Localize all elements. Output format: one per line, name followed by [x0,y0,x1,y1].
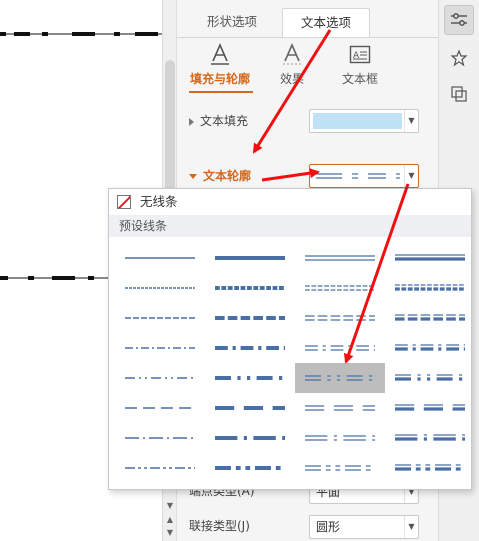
line-style-option[interactable] [115,363,205,393]
line-style-option[interactable] [205,423,295,453]
no-line-option[interactable]: 无线条 [109,189,471,215]
subtab-effect[interactable]: 效果 [257,42,327,87]
page-up-icon[interactable]: ▲ [163,514,177,526]
page-down-icon[interactable]: ▼ [163,527,177,539]
text-outline-label: 文本轮廓 [203,169,252,183]
line-style-option[interactable] [205,393,295,423]
line-style-option[interactable] [205,453,295,483]
chevron-down-icon[interactable]: ▼ [404,110,418,132]
join-type-label: 联接类型(J) [189,519,250,533]
join-type-dropdown[interactable]: 圆形 ▼ [309,515,419,539]
line-style-option[interactable] [205,333,295,363]
scroll-down-icon[interactable]: ▼ [163,500,177,512]
subtab-textbox[interactable]: A 文本框 [325,42,395,87]
line-style-option[interactable] [295,303,385,333]
collapse-icon [189,174,197,179]
subtab-textbox-label: 文本框 [341,72,378,86]
text-effect-icon [257,42,327,66]
subtab-fill-outline-label: 填充与轮廓 [189,72,250,86]
subtab-effect-label: 效果 [279,72,304,86]
line-style-option[interactable] [115,453,205,483]
join-type-value: 圆形 [316,520,341,534]
line-style-option[interactable] [385,393,475,423]
line-style-option[interactable] [115,333,205,363]
line-style-option[interactable] [295,243,385,273]
line-style-option[interactable] [295,273,385,303]
line-style-option[interactable] [115,243,205,273]
selection-icon[interactable] [444,79,474,109]
subtab-fill-outline[interactable]: 填充与轮廓 [185,42,255,87]
line-style-option[interactable] [205,273,295,303]
line-style-option[interactable] [115,273,205,303]
line-style-popup: 无线条 预设线条 [108,188,472,490]
text-fill-toggle[interactable]: 文本填充 [189,110,248,132]
line-style-option[interactable] [115,303,205,333]
line-style-option[interactable] [295,333,385,363]
chevron-down-icon[interactable]: ▼ [404,165,418,187]
line-style-option[interactable] [385,453,475,483]
outlined-text-sample-top [0,32,162,36]
line-style-option[interactable] [115,423,205,453]
preset-line-grid [115,243,467,483]
tab-shape-options[interactable]: 形状选项 [197,8,267,38]
line-style-option[interactable] [385,303,475,333]
tab-divider [177,37,439,38]
line-style-option[interactable] [385,243,475,273]
line-style-option[interactable] [385,423,475,453]
properties-icon[interactable] [444,5,474,35]
line-style-option[interactable] [385,273,475,303]
line-style-option[interactable] [205,243,295,273]
pin-icon[interactable] [444,43,474,73]
active-subtab-underline [189,91,253,93]
line-style-option[interactable] [205,363,295,393]
line-style-option[interactable] [205,303,295,333]
line-style-dropdown[interactable]: ▼ [309,164,419,188]
fill-color-swatch [313,113,402,129]
text-fill-color-dropdown[interactable]: ▼ [309,109,419,133]
text-outline-toggle[interactable]: 文本轮廓 [189,165,251,187]
line-style-option[interactable] [385,363,475,393]
line-style-option[interactable] [115,393,205,423]
no-line-label: 无线条 [140,194,178,209]
preset-lines-header: 预设线条 [109,215,471,237]
expand-icon [189,117,194,126]
no-line-icon [117,195,131,209]
text-fill-label: 文本填充 [200,114,249,128]
textbox-icon: A [325,42,395,66]
line-style-option[interactable] [295,453,385,483]
line-style-option[interactable] [385,333,475,363]
line-style-option[interactable] [295,423,385,453]
chevron-down-icon[interactable]: ▼ [404,516,418,538]
current-line-style-preview [316,173,400,179]
option-tabs: 形状选项 文本选项 [177,8,439,38]
text-fill-icon [185,42,255,66]
line-style-option[interactable] [295,393,385,423]
line-style-option[interactable] [295,363,385,393]
tab-text-options[interactable]: 文本选项 [282,8,370,38]
